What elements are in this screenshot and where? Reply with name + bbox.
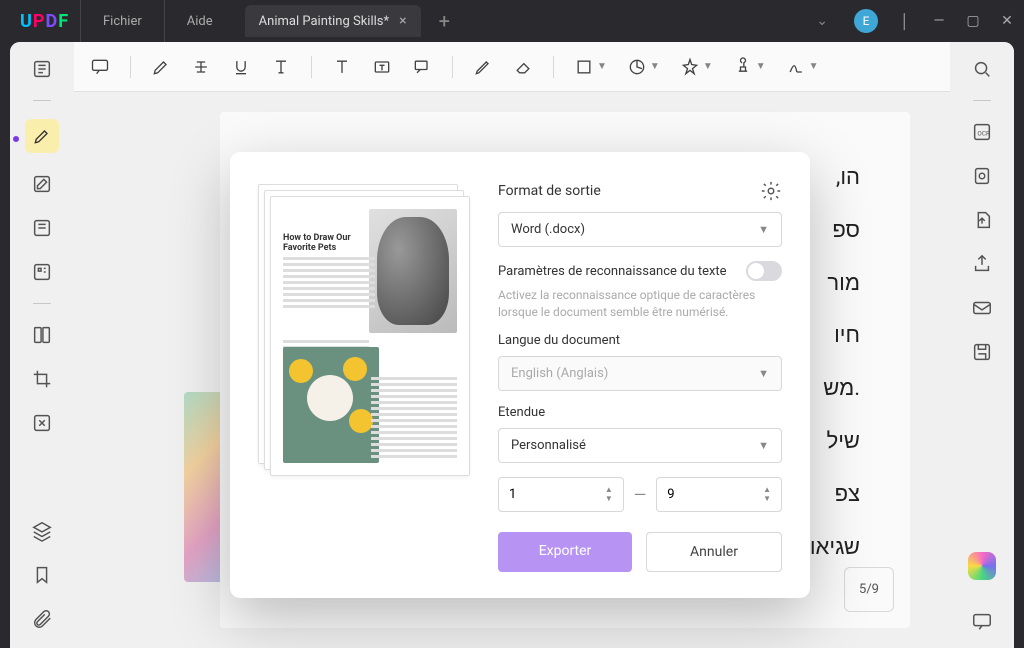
chevron-down-icon: ▼ <box>758 223 769 236</box>
export-preview: How to Draw Our Favorite Pets <box>258 180 472 572</box>
range-to-value: 9 <box>667 487 674 502</box>
titlebar: UPDF Fichier Aide Animal Painting Skills… <box>0 0 1024 42</box>
export-button[interactable]: Exporter <box>498 532 632 572</box>
lang-label: Langue du document <box>498 333 782 348</box>
format-label: Format de sortie <box>498 183 601 199</box>
chevron-down-icon: ▼ <box>758 439 769 452</box>
preview-title: How to Draw Our Favorite Pets <box>283 233 375 253</box>
new-tab-button[interactable]: + <box>429 9 460 33</box>
range-select[interactable]: Personnalisé ▼ <box>498 428 782 463</box>
range-value: Personnalisé <box>511 438 586 453</box>
stepper-icon[interactable]: ▲▼ <box>763 486 771 503</box>
chevron-down-icon: ▼ <box>758 367 769 380</box>
window-close[interactable]: ✕ <box>990 7 1024 35</box>
close-icon[interactable]: × <box>399 13 406 29</box>
range-dash: — <box>634 485 647 504</box>
language-value: English (Anglais) <box>511 366 608 381</box>
range-label: Etendue <box>498 405 782 420</box>
ocr-toggle[interactable] <box>746 261 782 281</box>
preview-image-dog <box>369 209 457 333</box>
format-value: Word (.docx) <box>511 222 585 237</box>
tab-title: Animal Painting Skills* <box>259 14 389 29</box>
app-logo: UPDF <box>0 11 80 32</box>
export-form: Format de sortie Word (.docx) ▼ Paramètr… <box>498 180 782 572</box>
range-from-value: 1 <box>509 487 516 502</box>
user-avatar[interactable]: E <box>854 9 878 33</box>
ocr-hint: Activez la reconnaissance optique de car… <box>498 287 782 321</box>
document-tab[interactable]: Animal Painting Skills* × <box>245 5 421 37</box>
app-frame: ▼ ▼ ▼ ▼ ▼ הו, ספ מור חיו .מש שיל צפ שגיא… <box>10 42 1014 648</box>
menu-help[interactable]: Aide <box>164 0 235 42</box>
range-to-input[interactable]: 9 ▲▼ <box>656 477 782 512</box>
window-minimize[interactable]: — <box>922 7 956 35</box>
format-select[interactable]: Word (.docx) ▼ <box>498 212 782 247</box>
ocr-label: Paramètres de reconnaissance du texte <box>498 264 727 279</box>
stepper-icon[interactable]: ▲▼ <box>605 486 613 503</box>
range-from-input[interactable]: 1 ▲▼ <box>498 477 624 512</box>
tab-strip: Animal Painting Skills* × + <box>245 5 801 37</box>
cancel-button[interactable]: Annuler <box>646 532 782 572</box>
menu-file[interactable]: Fichier <box>80 0 164 42</box>
tabs-dropdown[interactable]: ⌄ <box>800 7 844 35</box>
window-maximize[interactable]: ▢ <box>956 7 990 35</box>
export-modal: How to Draw Our Favorite Pets <box>230 152 810 598</box>
divider: │ <box>888 7 922 35</box>
preview-image-embroidery <box>283 347 379 463</box>
gear-icon[interactable] <box>760 180 782 202</box>
language-select[interactable]: English (Anglais) ▼ <box>498 356 782 391</box>
